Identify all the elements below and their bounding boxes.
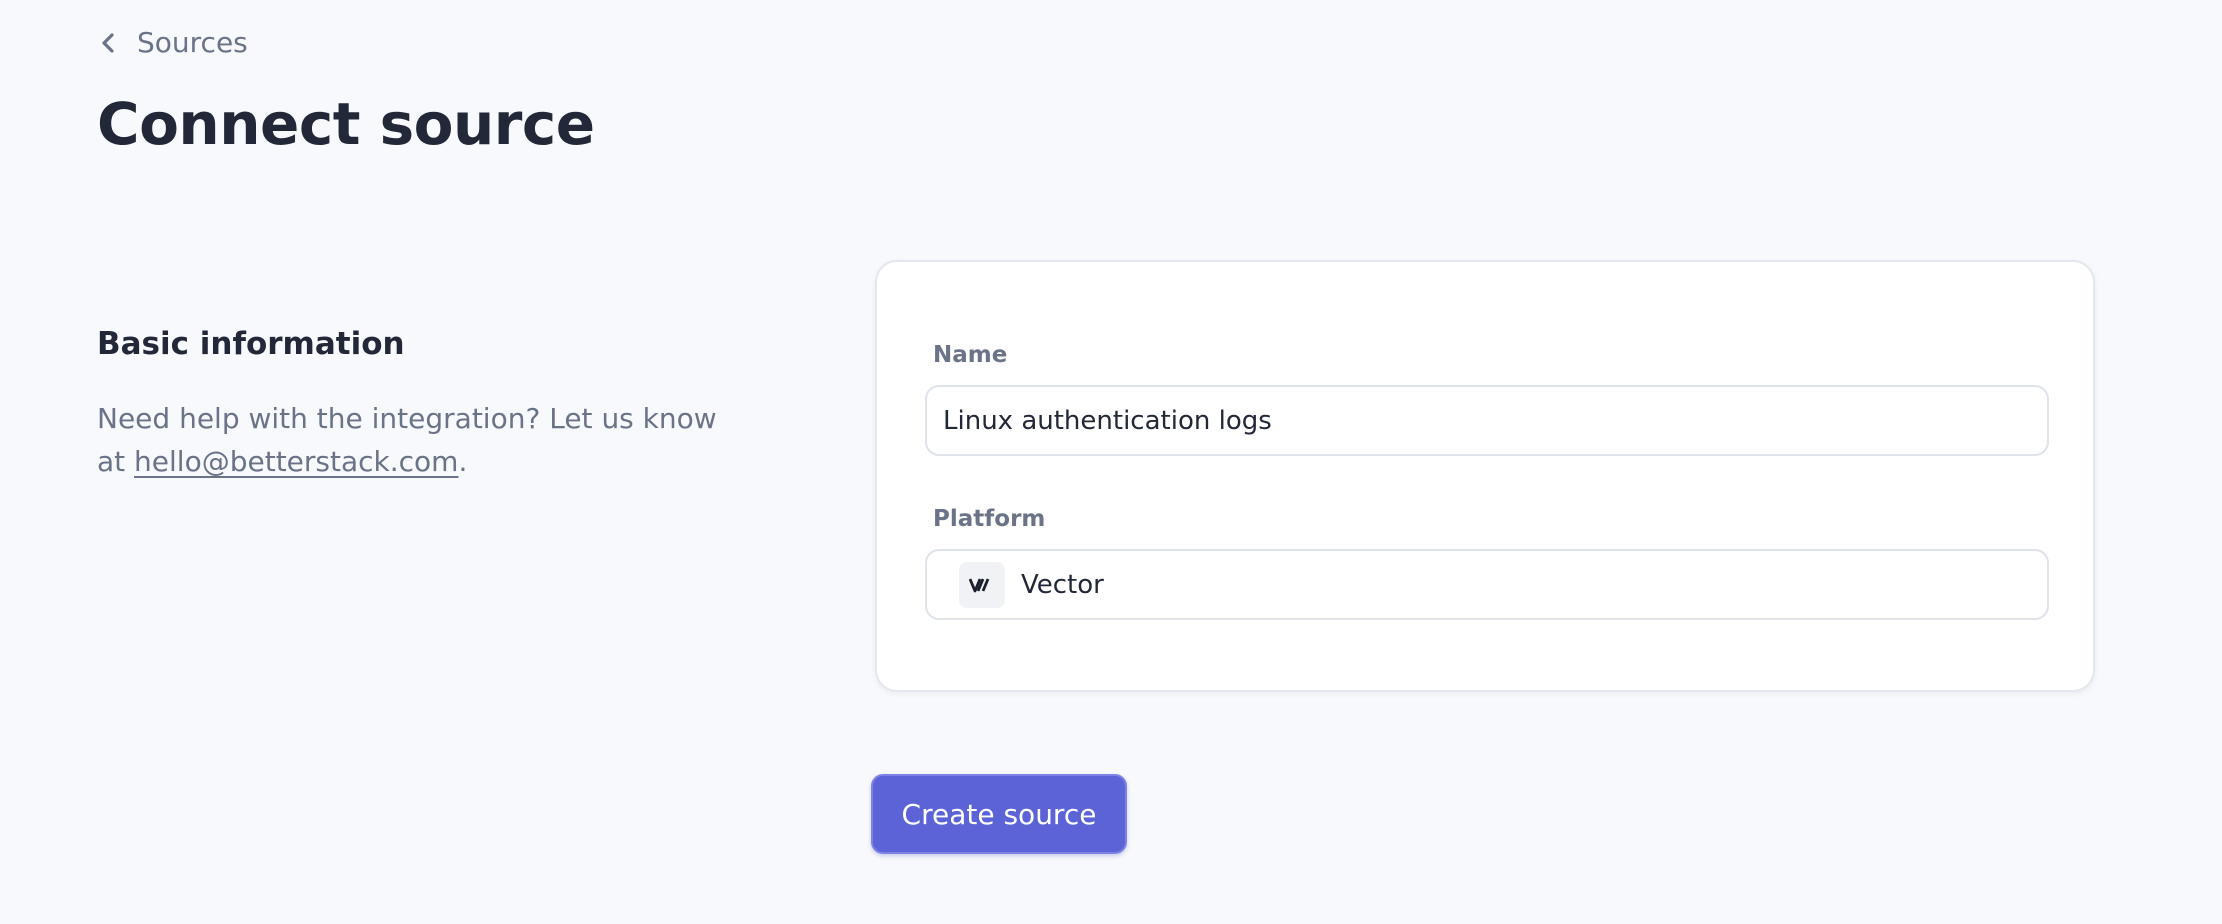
name-field[interactable] [925,385,2049,456]
back-link-label: Sources [137,26,248,59]
help-email-link[interactable]: hello@betterstack.com [134,445,458,478]
name-input[interactable] [943,405,2031,436]
help-text-suffix: . [458,445,468,478]
vector-logo-icon [959,561,1005,608]
back-to-sources-link[interactable]: Sources [97,26,248,59]
platform-select[interactable]: Vector [925,549,2049,620]
chevron-left-icon [97,32,119,54]
create-source-button[interactable]: Create source [871,774,1127,854]
basic-information-card: Name Platform Vector [875,260,2095,692]
section-help-text: Need help with the integration? Let us k… [97,397,717,483]
platform-field-label: Platform [933,506,1046,532]
section-heading: Basic information [97,326,405,362]
name-field-label: Name [933,342,1008,368]
platform-selected-value: Vector [1021,569,1104,600]
page-title: Connect source [97,90,595,158]
